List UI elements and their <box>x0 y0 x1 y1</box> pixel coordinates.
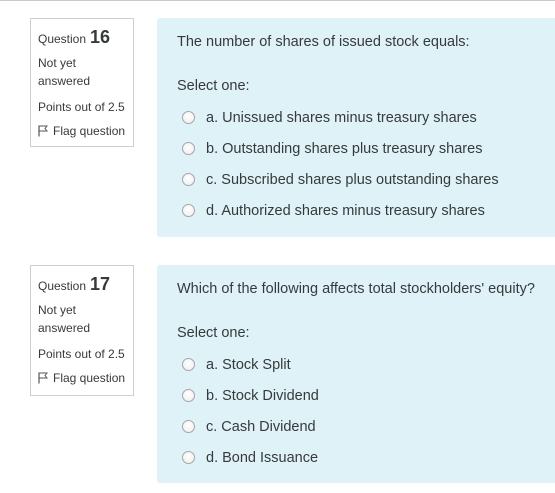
answer-label: d. Authorized shares minus treasury shar… <box>206 202 485 219</box>
answer-label: b. Stock Dividend <box>206 387 319 404</box>
answer-prompt: Select one: <box>177 78 250 94</box>
radio-button[interactable] <box>182 142 195 155</box>
question-text: The number of shares of issued stock equ… <box>177 34 470 50</box>
answer-label: d. Bond Issuance <box>206 449 319 466</box>
radio-button[interactable] <box>182 173 195 186</box>
question-text: Which of the following affects total sto… <box>177 281 535 297</box>
answer-prompt: Select one: <box>177 325 250 341</box>
question-number-value: 17 <box>90 274 111 294</box>
question-label: Question <box>38 32 87 46</box>
answer-option-b[interactable]: b. Stock Dividend <box>182 380 319 411</box>
question-number: Question 17 <box>38 274 133 295</box>
answer-label: c. Cash Dividend <box>206 418 316 435</box>
flag-question-label: Flag question <box>53 124 126 138</box>
question-state: Not yet answered <box>38 56 91 88</box>
question-info: Question 17 Not yet answered Points out … <box>30 265 134 396</box>
question-grade: Points out of 2.5 <box>38 347 125 361</box>
flag-icon <box>38 372 48 384</box>
flag-question-button[interactable]: Flag question <box>38 124 133 138</box>
answer-list: a. Stock Split b. Stock Dividend c. Cash… <box>182 349 319 473</box>
answer-option-d[interactable]: d. Bond Issuance <box>182 442 319 473</box>
question-content: Which of the following affects total sto… <box>157 265 555 483</box>
answer-option-a[interactable]: a. Unissued shares minus treasury shares <box>182 102 499 133</box>
radio-button[interactable] <box>182 451 195 464</box>
radio-button[interactable] <box>182 204 195 217</box>
answer-label: c. Subscribed shares plus outstanding sh… <box>206 171 499 188</box>
flag-icon <box>38 125 48 137</box>
flag-question-label: Flag question <box>53 371 126 385</box>
answer-label: b. Outstanding shares plus treasury shar… <box>206 140 483 157</box>
answer-option-c[interactable]: c. Cash Dividend <box>182 411 319 442</box>
question-number-value: 16 <box>90 27 111 47</box>
question-state: Not yet answered <box>38 303 91 335</box>
flag-question-button[interactable]: Flag question <box>38 371 133 385</box>
question-label: Question <box>38 279 87 293</box>
answer-option-d[interactable]: d. Authorized shares minus treasury shar… <box>182 195 499 226</box>
question-grade: Points out of 2.5 <box>38 100 125 114</box>
question-number: Question 16 <box>38 27 133 48</box>
answer-option-a[interactable]: a. Stock Split <box>182 349 319 380</box>
radio-button[interactable] <box>182 389 195 402</box>
question-content: The number of shares of issued stock equ… <box>157 18 555 237</box>
radio-button[interactable] <box>182 358 195 371</box>
answer-list: a. Unissued shares minus treasury shares… <box>182 102 499 226</box>
question-17: Question 17 Not yet answered Points out … <box>0 246 555 493</box>
answer-option-b[interactable]: b. Outstanding shares plus treasury shar… <box>182 133 499 164</box>
answer-label: a. Stock Split <box>206 356 291 373</box>
radio-button[interactable] <box>182 420 195 433</box>
question-info: Question 16 Not yet answered Points out … <box>30 18 134 147</box>
answer-option-c[interactable]: c. Subscribed shares plus outstanding sh… <box>182 164 499 195</box>
radio-button[interactable] <box>182 111 195 124</box>
question-16: Question 16 Not yet answered Points out … <box>0 0 555 246</box>
answer-label: a. Unissued shares minus treasury shares <box>206 109 477 126</box>
